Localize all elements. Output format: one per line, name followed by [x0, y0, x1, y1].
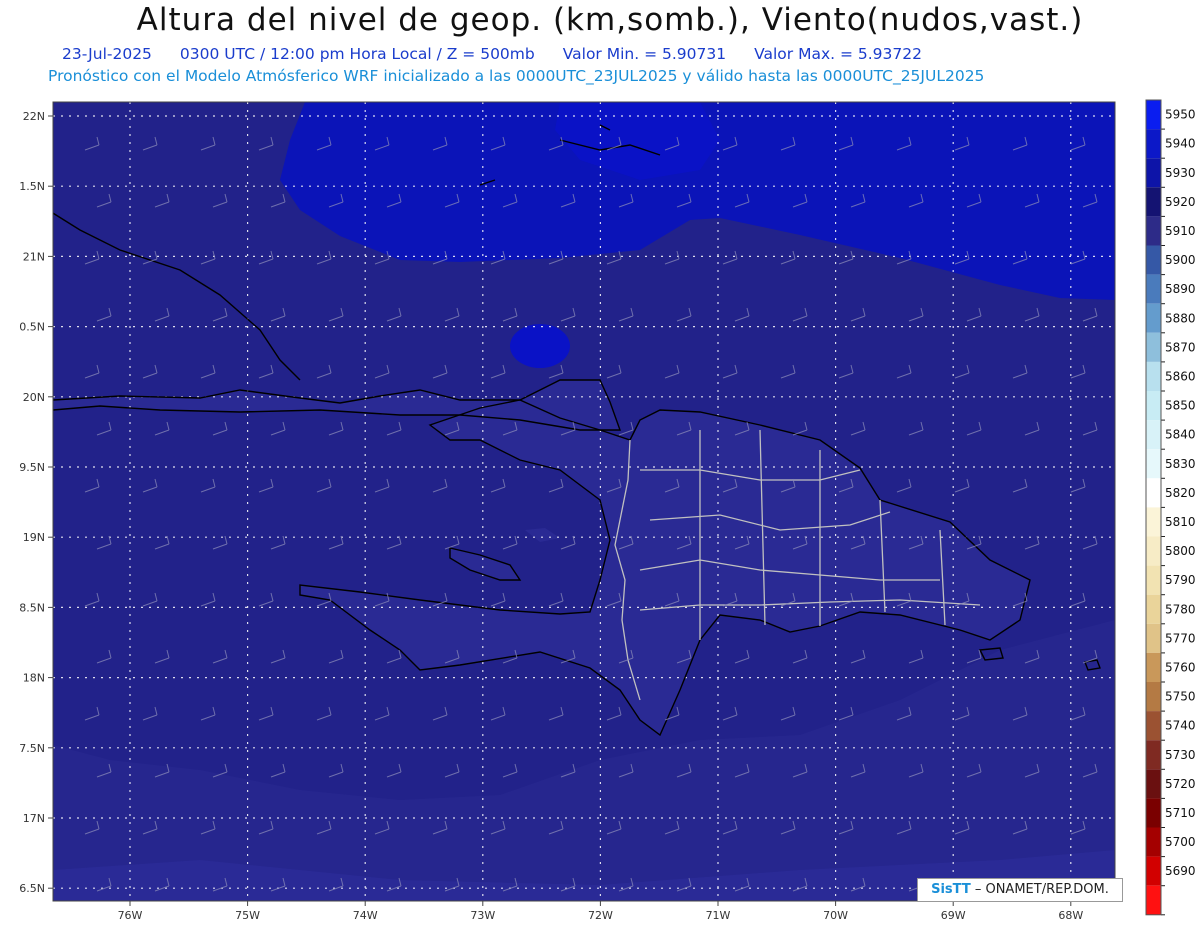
- colorbar-swatch: [1146, 856, 1161, 886]
- colorbar-label: 5830: [1165, 457, 1196, 471]
- colorbar-swatch: [1146, 594, 1161, 624]
- colorbar-swatch: [1146, 187, 1161, 217]
- lon-tick-label: 72W: [588, 909, 613, 922]
- colorbar-label: 5810: [1165, 515, 1196, 529]
- lat-tick-label: 9.5N: [19, 461, 45, 474]
- map-plot-area: [53, 102, 1143, 901]
- wind-barb: [1129, 251, 1143, 264]
- lat-tick-label: 8.5N: [19, 601, 45, 614]
- colorbar-label: 5780: [1165, 602, 1196, 616]
- wind-barb: [1129, 707, 1143, 720]
- colorbar-swatch: [1146, 536, 1161, 566]
- wind-barb-stroke: [1129, 821, 1143, 834]
- colorbar-label: 5950: [1165, 108, 1196, 122]
- lat-tick-label: 22N: [23, 110, 45, 123]
- map-canvas: 76W 75W 74W 73W 72W 71W 70W 69W 68W 22N 1.5N 21N 0.5…: [19, 99, 1196, 922]
- colorbar-label: 5700: [1165, 835, 1196, 849]
- lon-tick-label: 71W: [706, 909, 731, 922]
- lat-tick-label: 1.5N: [19, 180, 45, 193]
- colorbar-swatch: [1146, 129, 1161, 159]
- colorbar-swatch: [1146, 740, 1161, 770]
- colorbar-label: 5870: [1165, 340, 1196, 354]
- colorbar-label: 5940: [1165, 137, 1196, 151]
- colorbar-label: 5880: [1165, 311, 1196, 325]
- lat-tick-label: 18N: [23, 672, 45, 685]
- colorbar-label: 5900: [1165, 253, 1196, 267]
- colorbar-swatch: [1146, 478, 1161, 508]
- colorbar-label: 5840: [1165, 428, 1196, 442]
- lat-tick-label: 21N: [23, 250, 45, 263]
- lat-tick-label: 6.5N: [19, 882, 45, 895]
- colorbar-label: 5790: [1165, 573, 1196, 587]
- wind-barb-stroke: [1129, 137, 1143, 150]
- colorbar-swatch: [1146, 158, 1161, 188]
- small-high-region: [510, 324, 570, 368]
- colorbar-label: 5910: [1165, 224, 1196, 238]
- colorbar-label: 5720: [1165, 777, 1196, 791]
- lon-tick-label: 76W: [118, 909, 143, 922]
- colorbar-label: 5690: [1165, 864, 1196, 878]
- lon-tick-label: 69W: [941, 909, 966, 922]
- wind-barb: [1129, 593, 1143, 606]
- colorbar-swatch: [1146, 652, 1161, 682]
- colorbar-label: 5770: [1165, 631, 1196, 645]
- wind-barb-stroke: [1129, 707, 1143, 720]
- colorbar-label: 5850: [1165, 399, 1196, 413]
- colorbar-swatch: [1146, 332, 1161, 362]
- lat-tick-label: 20N: [23, 391, 45, 404]
- wind-barb-stroke: [1129, 365, 1143, 378]
- lon-tick-label: 70W: [823, 909, 848, 922]
- colorbar-label: 5750: [1165, 690, 1196, 704]
- colorbar-swatch: [1146, 100, 1161, 130]
- wind-barb-stroke: [1129, 593, 1143, 606]
- colorbar-label: 5730: [1165, 748, 1196, 762]
- colorbar-swatch: [1146, 391, 1161, 421]
- colorbar-swatch: [1146, 449, 1161, 479]
- wind-barb: [1129, 137, 1143, 150]
- lat-tick-label: 19N: [23, 531, 45, 544]
- colorbar-swatch: [1146, 885, 1161, 915]
- wind-barb-stroke: [1129, 251, 1143, 264]
- lat-tick-label: 7.5N: [19, 742, 45, 755]
- wind-barb: [1129, 479, 1143, 492]
- wind-barb: [1129, 821, 1143, 834]
- lon-tick-label: 75W: [235, 909, 260, 922]
- colorbar-swatch: [1146, 623, 1161, 653]
- colorbar-swatch: [1146, 245, 1161, 275]
- lat-tick-label: 0.5N: [19, 321, 45, 334]
- colorbar-label: 5930: [1165, 166, 1196, 180]
- lon-tick-label: 73W: [470, 909, 495, 922]
- sistt-logo: SisTT: [931, 882, 971, 897]
- colorbar-label: 5710: [1165, 806, 1196, 820]
- colorbar-label: 5890: [1165, 282, 1196, 296]
- colorbar-swatch: [1146, 216, 1161, 246]
- wind-barb-stroke: [1129, 479, 1143, 492]
- credit-box: SisTT – ONAMET/REP.DOM.: [917, 878, 1123, 902]
- colorbar-label: 5800: [1165, 544, 1196, 558]
- lon-tick-label: 74W: [353, 909, 378, 922]
- colorbar: 5950 5940 5930 5920 5910 5900 5890 5880 5870 5860…: [1145, 99, 1196, 916]
- lon-tick-label: 68W: [1058, 909, 1083, 922]
- colorbar-swatch: [1146, 361, 1161, 391]
- colorbar-swatch: [1146, 303, 1161, 333]
- colorbar-swatch: [1146, 798, 1161, 828]
- wind-barb: [1129, 365, 1143, 378]
- colorbar-swatch: [1146, 769, 1161, 799]
- colorbar-label: 5860: [1165, 369, 1196, 383]
- colorbar-swatch: [1146, 682, 1161, 712]
- colorbar-label: 5920: [1165, 195, 1196, 209]
- credit-agency: – ONAMET/REP.DOM.: [974, 882, 1109, 897]
- colorbar-swatch: [1146, 711, 1161, 741]
- colorbar-swatch: [1146, 565, 1161, 595]
- colorbar-swatch: [1146, 420, 1161, 450]
- colorbar-label: 5760: [1165, 660, 1196, 674]
- colorbar-label: 5820: [1165, 486, 1196, 500]
- colorbar-label: 5740: [1165, 719, 1196, 733]
- lat-tick-label: 17N: [23, 812, 45, 825]
- colorbar-swatch: [1146, 274, 1161, 304]
- colorbar-swatch: [1146, 507, 1161, 537]
- colorbar-swatch: [1146, 827, 1161, 857]
